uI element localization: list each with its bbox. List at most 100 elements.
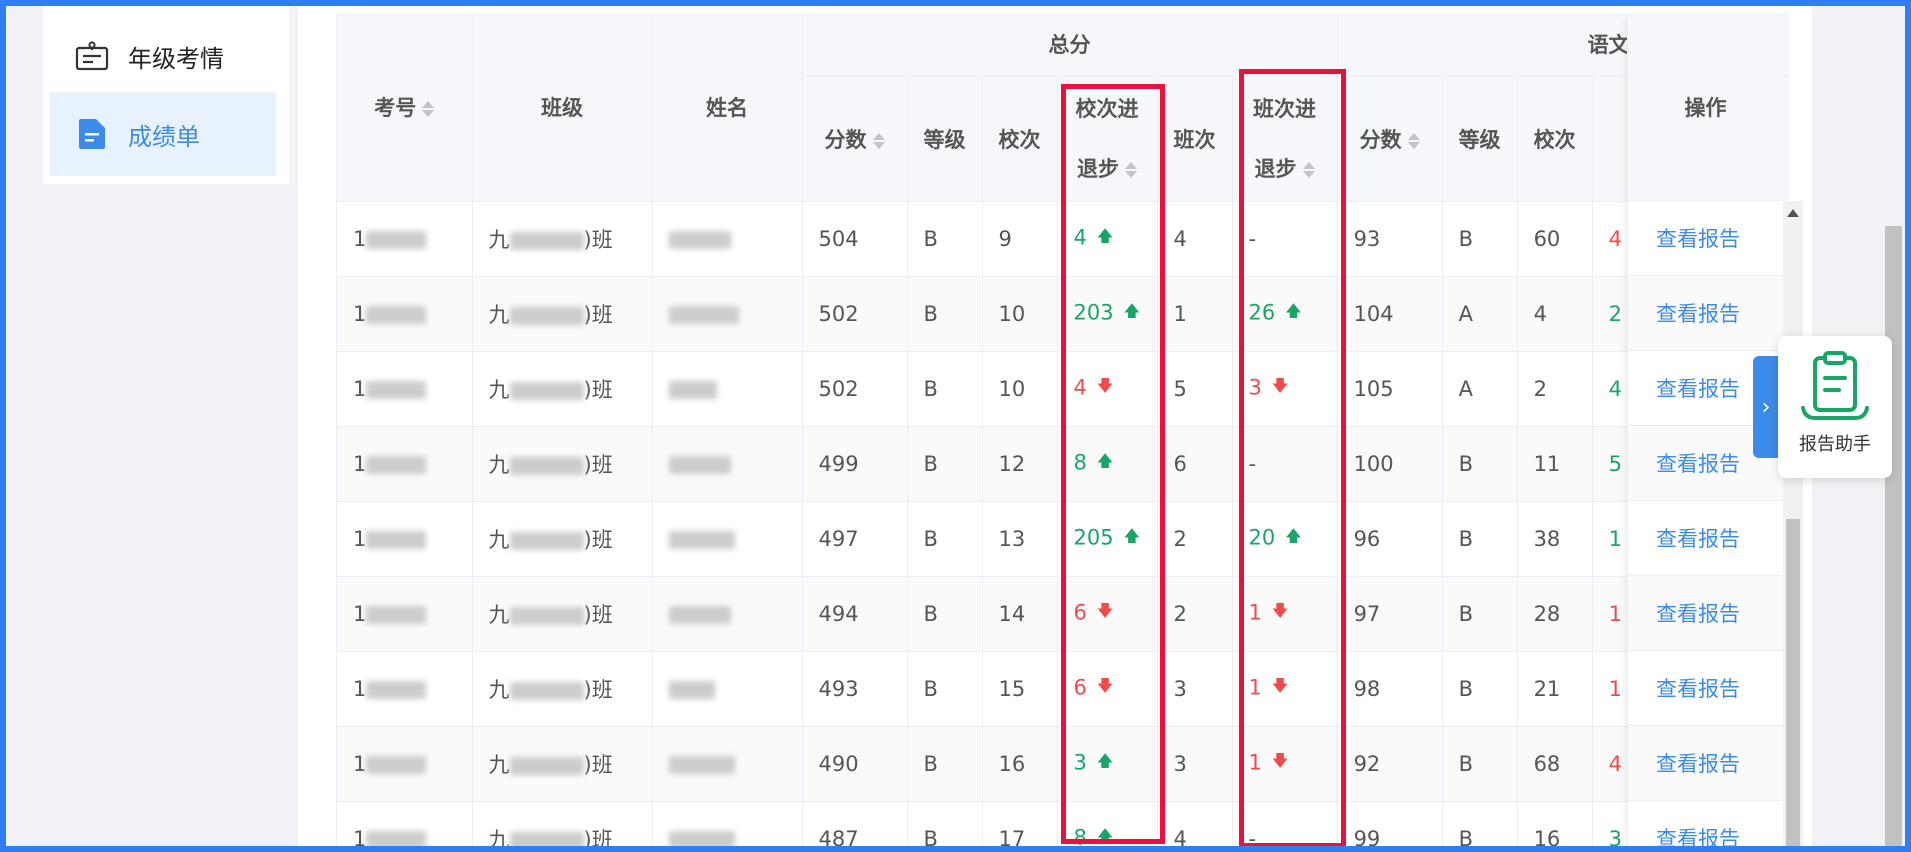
cell-class: 九)班 <box>472 801 653 846</box>
scroll-up-icon[interactable] <box>1787 209 1799 217</box>
redacted-text <box>509 606 584 625</box>
cell-cn-grade: B <box>1442 576 1518 652</box>
sort-icon[interactable] <box>1302 161 1315 178</box>
sort-icon[interactable] <box>872 132 885 149</box>
cell-score: 494 <box>802 576 908 652</box>
cell-class-progress: 1 🡇 <box>1232 576 1338 652</box>
cell-school-rank: 13 <box>982 501 1058 577</box>
col-group-total: 总分 <box>802 13 1338 77</box>
cell-name <box>652 351 803 427</box>
cell-exam-no: 1 <box>337 576 473 652</box>
cell-school-progress: 8 🡅 <box>1057 426 1158 502</box>
cell-cn-score: 93 <box>1337 201 1443 277</box>
redacted-text <box>509 681 584 700</box>
cell-class-rank: 2 <box>1157 501 1233 577</box>
table-row: 1 九)班 502 B 10 4 🡇 5 3 🡇 105 A 2 4 <box>337 351 1789 427</box>
view-report-link[interactable]: 查看报告 <box>1656 673 1740 703</box>
cell-school-progress: 4 🡇 <box>1057 351 1158 427</box>
redacted-text <box>668 605 731 624</box>
cell-exam-no: 1 <box>337 801 473 846</box>
table-row: 1 九)班 493 B 15 6 🡇 3 1 🡇 98 B 21 1 <box>337 651 1789 727</box>
sort-icon[interactable] <box>1407 132 1420 149</box>
scrollbar-thumb[interactable] <box>1885 226 1902 846</box>
cell-class-progress: 1 🡇 <box>1232 726 1338 802</box>
cell-name <box>652 276 803 352</box>
redacted-text <box>366 680 427 699</box>
col-exam-no[interactable]: 考号 <box>337 13 473 202</box>
cell-cn-grade: A <box>1442 351 1518 427</box>
arrow-up-icon: 🡅 <box>1285 301 1302 320</box>
arrow-down-icon: 🡇 <box>1271 751 1289 770</box>
sort-icon[interactable] <box>1125 161 1137 178</box>
col-class-progress[interactable]: 班次进 退步 <box>1232 76 1338 202</box>
cell-cn-rank: 60 <box>1517 201 1593 277</box>
view-report-link[interactable]: 查看报告 <box>1656 823 1740 846</box>
view-report-link[interactable]: 查看报告 <box>1656 748 1740 778</box>
redacted-text <box>509 306 584 325</box>
scrollbar-thumb[interactable] <box>1786 519 1800 846</box>
redacted-text <box>668 230 731 249</box>
col-grade: 等级 <box>907 76 983 202</box>
cell-class-progress: - <box>1232 201 1338 277</box>
col-score[interactable]: 分数 <box>802 76 908 202</box>
view-report-link[interactable]: 查看报告 <box>1656 448 1740 478</box>
view-report-link[interactable]: 查看报告 <box>1656 223 1740 253</box>
score-table: 考号 班级 姓名 总分 语文 分数 等级 校次 校次进 退步 班次 班次进 退步 分… <box>336 13 1789 846</box>
table-scrollbar[interactable] <box>1783 201 1803 846</box>
cell-school-rank: 10 <box>982 276 1058 352</box>
view-report-link[interactable]: 查看报告 <box>1656 298 1740 328</box>
cell-school-progress: 6 🡇 <box>1057 651 1158 727</box>
cell-score: 499 <box>802 426 908 502</box>
sidebar-item-label: 年级考情 <box>128 44 224 73</box>
cell-score: 497 <box>802 501 908 577</box>
cell-school-rank: 9 <box>982 201 1058 277</box>
cell-name <box>652 801 803 846</box>
redacted-text <box>509 756 584 775</box>
cell-class-rank: 1 <box>1157 276 1233 352</box>
arrow-down-icon: 🡇 <box>1271 376 1289 395</box>
cell-school-rank: 14 <box>982 576 1058 652</box>
view-report-link[interactable]: 查看报告 <box>1656 598 1740 628</box>
view-report-link[interactable]: 查看报告 <box>1656 523 1740 553</box>
cell-name <box>652 726 803 802</box>
arrow-up-icon: 🡅 <box>1096 826 1114 845</box>
sidebar-item-grade-attendance[interactable]: 年级考情 <box>50 14 276 98</box>
cell-grade: B <box>907 501 983 577</box>
redacted-text <box>668 830 735 846</box>
sort-icon[interactable] <box>422 100 435 117</box>
cell-class-rank: 5 <box>1157 351 1233 427</box>
cell-cn-rank: 11 <box>1517 426 1593 502</box>
report-helper[interactable]: 报告助手 <box>1778 336 1892 478</box>
cell-name <box>652 201 803 277</box>
sidebar: 年级考情 成绩单 <box>43 6 289 184</box>
cell-class-progress: 26 🡅 <box>1232 276 1338 352</box>
col-class-rank: 班次 <box>1157 76 1233 202</box>
helper-label: 报告助手 <box>1799 434 1871 455</box>
cell-score: 502 <box>802 276 908 352</box>
redacted-text <box>366 755 427 774</box>
cell-cn-grade: A <box>1442 276 1518 352</box>
cell-school-rank: 15 <box>982 651 1058 727</box>
cell-school-progress: 205 🡅 <box>1057 501 1158 577</box>
table-row: 1 九)班 504 B 9 4 🡅 4 - 93 B 60 4 <box>337 201 1789 277</box>
cell-name <box>652 576 803 652</box>
col-actions: 操作 <box>1628 13 1783 201</box>
table-row: 1 九)班 497 B 13 205 🡅 2 20 🡅 96 B 38 1 <box>337 501 1789 577</box>
cell-grade: B <box>907 201 983 277</box>
cell-score: 493 <box>802 651 908 727</box>
cell-school-progress: 3 🡅 <box>1057 726 1158 802</box>
cell-class: 九)班 <box>472 426 653 502</box>
cell-school-rank: 10 <box>982 351 1058 427</box>
view-report-link[interactable]: 查看报告 <box>1656 373 1740 403</box>
cell-score: 490 <box>802 726 908 802</box>
col-school-progress[interactable]: 校次进 退步 <box>1057 76 1158 202</box>
redacted-text <box>668 380 717 399</box>
sidebar-item-score-report[interactable]: 成绩单 <box>50 92 276 176</box>
redacted-text <box>366 455 427 474</box>
col-cn-score[interactable]: 分数 <box>1337 76 1443 202</box>
cell-name <box>652 501 803 577</box>
cell-grade: B <box>907 726 983 802</box>
helper-toggle[interactable]: › <box>1753 356 1779 458</box>
cell-exam-no: 1 <box>337 726 473 802</box>
cell-class-progress: 1 🡇 <box>1232 651 1338 727</box>
